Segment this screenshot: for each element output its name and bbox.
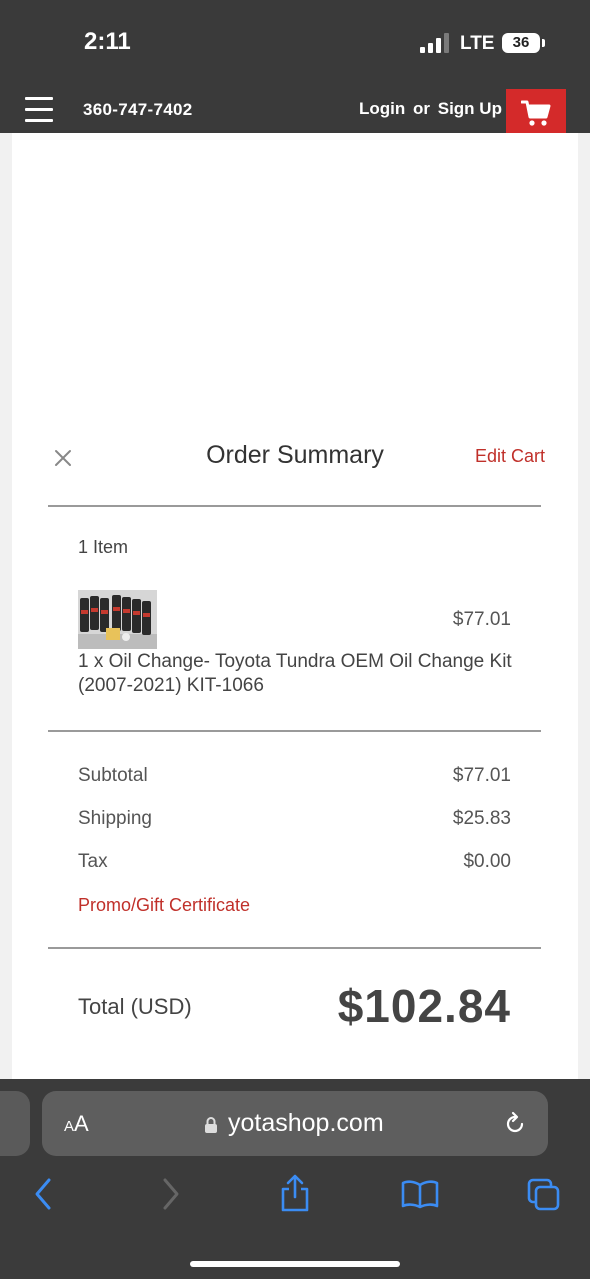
item-count: 1 Item — [78, 537, 129, 557]
battery-tip — [542, 39, 545, 47]
or-text: or — [413, 99, 430, 118]
back-icon[interactable] — [32, 1177, 54, 1211]
product-image — [78, 590, 157, 649]
login-link[interactable]: Login — [359, 99, 405, 118]
subtotal-label: Subtotal — [78, 765, 148, 786]
total-label: Total (USD) — [78, 994, 192, 1019]
previous-tab-preview[interactable] — [0, 1091, 30, 1156]
browser-toolbar: AA yotashop.com — [0, 1079, 590, 1279]
signup-link[interactable]: Sign Up — [438, 99, 502, 118]
bookmarks-icon[interactable] — [400, 1179, 440, 1209]
item-price: $77.01 — [452, 609, 511, 630]
shipping-label: Shipping — [78, 808, 152, 829]
shipping-value: $25.83 — [452, 808, 511, 829]
account-links: Login or Sign Up — [359, 99, 502, 119]
divider — [48, 505, 541, 507]
forward-icon[interactable] — [160, 1177, 182, 1211]
reader-options-button[interactable]: AA — [64, 1111, 89, 1137]
url-text[interactable]: yotashop.com — [228, 1109, 384, 1138]
aa-large: A — [74, 1111, 89, 1136]
tax-label: Tax — [78, 851, 108, 872]
tabs-icon[interactable] — [526, 1177, 562, 1213]
battery-icon: 36 — [502, 33, 540, 53]
status-time: 2:11 — [84, 28, 131, 55]
site-header: 2:11 LTE 36 360-747-7402 Login or Sign U… — [0, 0, 590, 141]
share-icon[interactable] — [279, 1173, 311, 1213]
divider — [48, 730, 541, 732]
menu-icon[interactable] — [25, 97, 53, 123]
divider — [48, 947, 541, 949]
phone-link[interactable]: 360-747-7402 — [83, 100, 192, 120]
network-label: LTE — [460, 33, 495, 54]
address-bar[interactable]: AA yotashop.com — [42, 1091, 548, 1156]
item-description: 1 x Oil Change- Toyota Tundra OEM Oil Ch… — [78, 651, 512, 696]
reload-icon[interactable] — [502, 1111, 528, 1137]
cart-icon — [521, 100, 551, 126]
lock-icon — [205, 1117, 217, 1133]
subtotal-value: $77.01 — [452, 765, 511, 786]
signal-icon — [420, 33, 452, 53]
edit-cart-link[interactable]: Edit Cart — [475, 446, 545, 467]
aa-small: A — [64, 1118, 75, 1135]
promo-gift-certificate-link[interactable]: Promo/Gift Certificate — [78, 895, 250, 916]
total-value: $102.84 — [337, 980, 511, 1032]
tax-value: $0.00 — [463, 851, 511, 872]
home-indicator[interactable] — [190, 1261, 400, 1267]
